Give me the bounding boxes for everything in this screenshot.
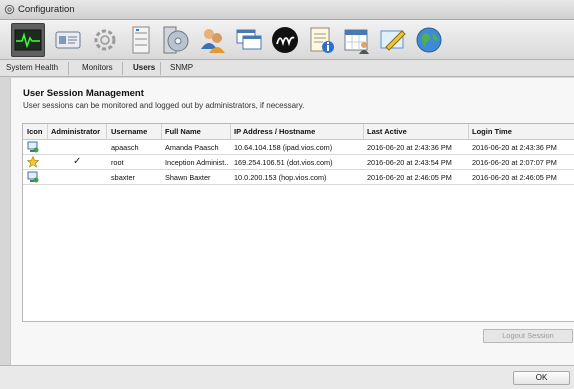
cell-username: apaasch: [111, 143, 139, 152]
toolbar: [0, 20, 574, 60]
cell-full-name: Inception Administ...: [165, 158, 229, 167]
page-description: User sessions can be monitored and logge…: [23, 101, 305, 110]
pencil-screen-icon[interactable]: [376, 23, 410, 57]
gear-icon[interactable]: [88, 23, 122, 57]
cell-last-active: 2016-06-20 at 2:43:36 PM: [367, 143, 452, 152]
tab-divider: [122, 62, 123, 75]
user-session-icon: [27, 141, 39, 153]
signature-icon[interactable]: [268, 23, 302, 57]
tab-system-health[interactable]: System Health: [6, 63, 58, 72]
title-bar: Configuration: [0, 0, 574, 20]
cell-last-active: 2016-06-20 at 2:43:54 PM: [367, 158, 452, 167]
tab-users[interactable]: Users: [133, 63, 155, 72]
window-title: Configuration: [18, 4, 75, 15]
notepad-info-icon[interactable]: [304, 23, 338, 57]
globe-icon[interactable]: [412, 23, 446, 57]
cell-last-active: 2016-06-20 at 2:46:05 PM: [367, 173, 452, 182]
cell-full-name: Shawn Baxter: [165, 173, 211, 182]
user-session-icon: [27, 171, 39, 183]
admin-checkmark: ✓: [73, 156, 82, 167]
windows-icon[interactable]: [232, 23, 266, 57]
cell-full-name: Amanda Paasch: [165, 143, 219, 152]
column-header-full-name[interactable]: Full Name: [165, 127, 201, 136]
tab-snmp[interactable]: SNMP: [170, 63, 193, 72]
cell-ip-address: 10.0.200.153 (hop.vios.com): [234, 173, 327, 182]
tab-monitors[interactable]: Monitors: [82, 63, 113, 72]
table-row[interactable]: apaasch Amanda Paasch 10.64.104.158 (ipa…: [23, 140, 574, 155]
users-icon[interactable]: [196, 23, 230, 57]
tab-divider: [68, 62, 69, 75]
cell-login-time: 2016-06-20 at 2:07:07 PM: [472, 158, 557, 167]
cell-ip-address: 169.254.106.51 (dot.vios.com): [234, 158, 333, 167]
page-title: User Session Management: [23, 88, 144, 99]
admin-star-icon: [27, 156, 39, 168]
gear-icon: [4, 4, 15, 15]
tab-bar: System Health Monitors Users SNMP: [0, 60, 574, 77]
column-header-administrator[interactable]: Administrator: [51, 127, 100, 136]
ok-button[interactable]: OK: [513, 371, 570, 385]
column-header-username[interactable]: Username: [111, 127, 147, 136]
disk-icon[interactable]: [159, 23, 193, 57]
id-card-icon[interactable]: [51, 23, 85, 57]
column-header-icon[interactable]: Icon: [27, 127, 42, 136]
cell-ip-address: 10.64.104.158 (ipad.vios.com): [234, 143, 333, 152]
tab-divider: [160, 62, 161, 75]
cell-login-time: 2016-06-20 at 2:43:36 PM: [472, 143, 557, 152]
calendar-user-icon[interactable]: [340, 23, 374, 57]
cell-username: sbaxter: [111, 173, 135, 182]
cell-login-time: 2016-06-20 at 2:46:05 PM: [472, 173, 557, 182]
table-row[interactable]: ✓ root Inception Administ... 169.254.106…: [23, 155, 574, 170]
column-header-login-time[interactable]: Login Time: [472, 127, 512, 136]
dialog-footer: OK: [0, 365, 574, 389]
sessions-table: Icon Administrator Username Full Name IP…: [22, 123, 574, 322]
cell-username: root: [111, 158, 124, 167]
users-panel: User Session Management User sessions ca…: [10, 78, 574, 365]
logout-session-button[interactable]: Logout Session: [483, 329, 573, 343]
table-row[interactable]: sbaxter Shawn Baxter 10.0.200.153 (hop.v…: [23, 170, 574, 185]
system-health-icon[interactable]: [11, 23, 45, 57]
column-header-ip-address[interactable]: IP Address / Hostname: [234, 127, 315, 136]
column-header-last-active[interactable]: Last Active: [367, 127, 407, 136]
server-rack-icon[interactable]: [124, 23, 158, 57]
